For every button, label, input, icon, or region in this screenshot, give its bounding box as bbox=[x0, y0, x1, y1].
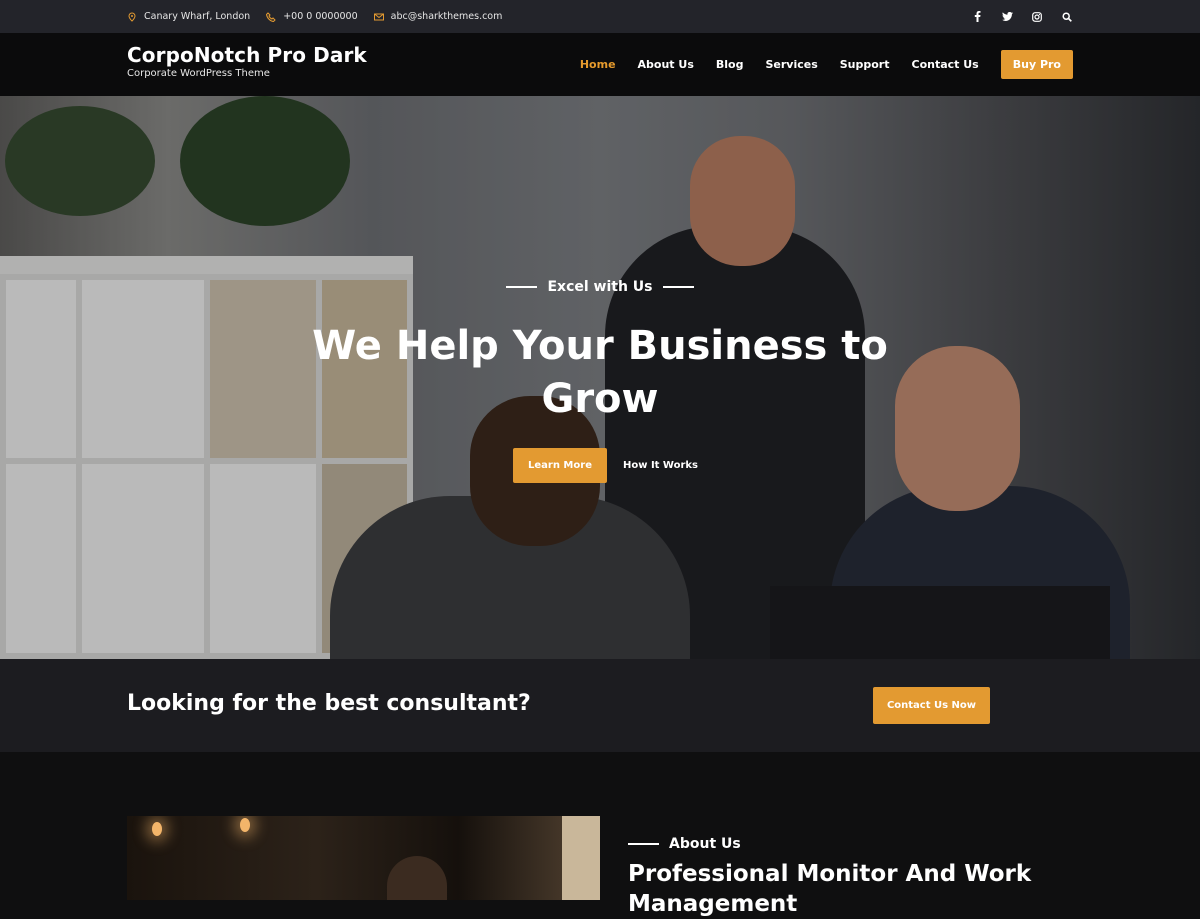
twitter-icon[interactable] bbox=[1001, 11, 1013, 23]
hero-section: Excel with Us We Help Your Business to G… bbox=[0, 96, 1200, 659]
cta-section: Looking for the best consultant? Contact… bbox=[0, 659, 1200, 752]
about-label-text: About Us bbox=[669, 836, 741, 852]
hero-content: Excel with Us We Help Your Business to G… bbox=[0, 96, 1200, 659]
instagram-icon[interactable] bbox=[1031, 11, 1043, 23]
hero-headline-line2: Grow bbox=[541, 376, 659, 422]
nav-home[interactable]: Home bbox=[580, 58, 616, 71]
hero-eyebrow: Excel with Us bbox=[0, 279, 1200, 295]
hero-headline: We Help Your Business to Grow bbox=[0, 320, 1200, 426]
site-title[interactable]: CorpoNotch Pro Dark bbox=[127, 43, 367, 67]
site-branding[interactable]: CorpoNotch Pro Dark Corporate WordPress … bbox=[127, 43, 367, 79]
cta-question: Looking for the best consultant? bbox=[127, 691, 531, 716]
nav-contact-us[interactable]: Contact Us bbox=[912, 58, 979, 71]
nav-support[interactable]: Support bbox=[840, 58, 890, 71]
phone-icon bbox=[266, 11, 276, 22]
about-heading: Professional Monitor And Work Management bbox=[628, 859, 1048, 919]
learn-more-button[interactable]: Learn More bbox=[513, 448, 607, 483]
phone-info[interactable]: +00 0 0000000 bbox=[266, 11, 358, 22]
search-icon[interactable] bbox=[1061, 11, 1073, 23]
about-section: About Us Professional Monitor And Work M… bbox=[0, 752, 1200, 917]
about-label: About Us bbox=[628, 836, 741, 852]
hero-headline-line1: We Help Your Business to bbox=[312, 323, 888, 369]
mail-icon bbox=[373, 12, 384, 22]
eyebrow-line-left bbox=[506, 286, 538, 288]
nav-about-us[interactable]: About Us bbox=[638, 58, 694, 71]
buy-pro-button[interactable]: Buy Pro bbox=[1000, 50, 1073, 79]
map-pin-icon bbox=[127, 11, 137, 22]
email-info[interactable]: abc@sharkthemes.com bbox=[373, 11, 503, 22]
location-info: Canary Wharf, London bbox=[127, 11, 250, 22]
hero-actions: Learn More How It Works bbox=[513, 448, 698, 483]
location-text: Canary Wharf, London bbox=[144, 11, 251, 22]
how-it-works-link[interactable]: How It Works bbox=[623, 460, 698, 471]
site-tagline: Corporate WordPress Theme bbox=[127, 68, 270, 79]
nav-blog[interactable]: Blog bbox=[716, 58, 744, 71]
nav-services[interactable]: Services bbox=[765, 58, 817, 71]
phone-text: +00 0 0000000 bbox=[283, 11, 358, 22]
main-nav: Home About Us Blog Services Support Cont… bbox=[580, 50, 1073, 79]
about-heading-line2: Management bbox=[628, 891, 798, 917]
email-text: abc@sharkthemes.com bbox=[390, 11, 503, 22]
about-heading-line1: Professional Monitor And Work bbox=[628, 861, 1032, 887]
site-header: CorpoNotch Pro Dark Corporate WordPress … bbox=[0, 33, 1200, 96]
facebook-icon[interactable] bbox=[971, 11, 983, 23]
about-label-line bbox=[628, 843, 659, 845]
social-links bbox=[971, 0, 1073, 33]
contact-us-now-button[interactable]: Contact Us Now bbox=[873, 687, 990, 724]
hero-eyebrow-text: Excel with Us bbox=[547, 279, 653, 295]
about-image bbox=[127, 816, 600, 900]
top-bar: Canary Wharf, London +00 0 0000000 abc@s… bbox=[0, 0, 1200, 33]
contact-info: Canary Wharf, London +00 0 0000000 abc@s… bbox=[127, 0, 502, 33]
eyebrow-line-right bbox=[662, 286, 694, 288]
